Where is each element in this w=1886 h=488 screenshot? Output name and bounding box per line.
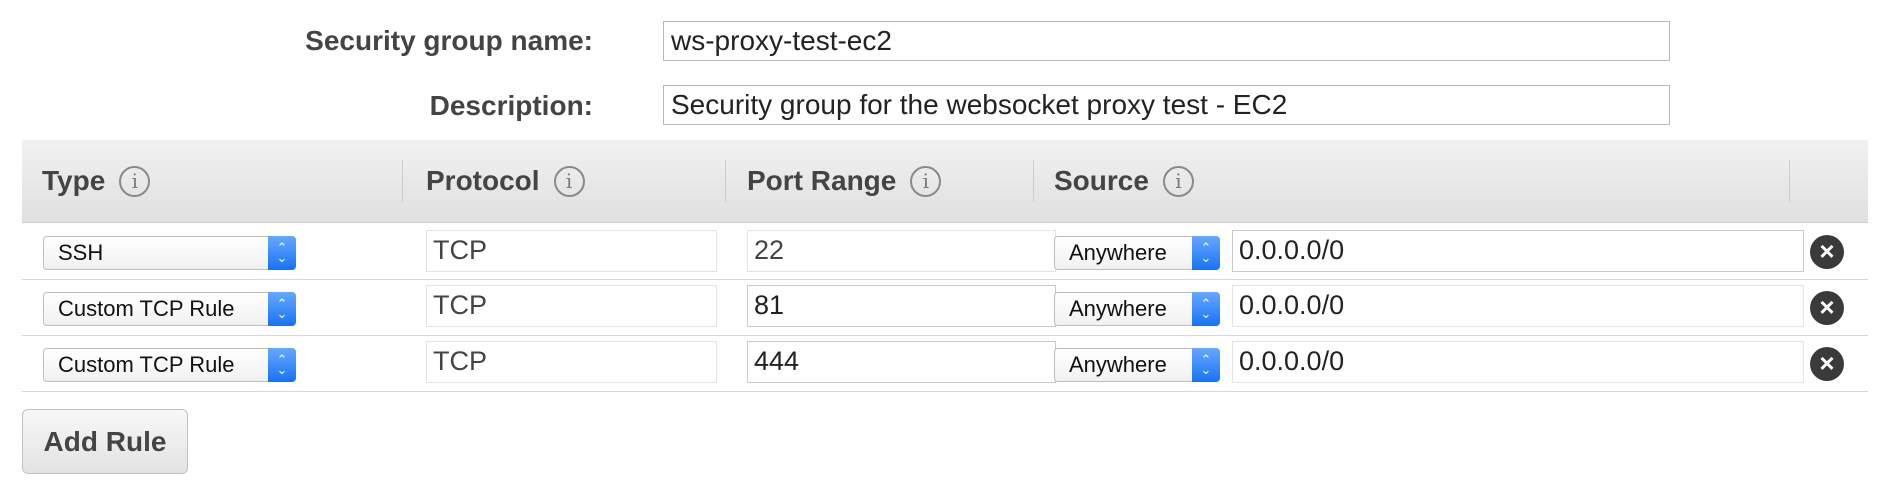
source-select-value: Anywhere (1069, 240, 1167, 265)
protocol-field: TCP (426, 230, 717, 272)
type-column-header: Type i (42, 140, 151, 222)
protocol-header-label: Protocol (426, 165, 540, 196)
table-row: Custom TCP Rule ⌃ ⌄ TCP 444 Anywhere ⌃ ⌄ 0… (22, 335, 1868, 392)
security-group-name-label: Security group name: (305, 25, 593, 56)
select-arrows-icon: ⌃ ⌄ (1192, 236, 1220, 270)
info-icon[interactable]: i (553, 165, 585, 197)
table-row: Custom TCP Rule ⌃ ⌄ TCP 81 Anywhere ⌃ ⌄ 0.… (22, 279, 1868, 336)
type-select-value: SSH (58, 240, 104, 265)
port-range-input[interactable]: 81 (747, 285, 1056, 327)
source-cidr-input[interactable]: 0.0.0.0/0 (1232, 285, 1804, 327)
protocol-field: TCP (426, 285, 717, 327)
type-select-value: Custom TCP Rule (58, 352, 235, 377)
source-cidr-input[interactable]: 0.0.0.0/0 (1232, 341, 1804, 383)
description-label: Description: (429, 90, 593, 121)
info-icon[interactable]: i (1162, 165, 1194, 197)
select-arrows-icon: ⌃ ⌄ (268, 236, 296, 270)
inbound-rules-table: Type i Protocol i Port Range i Source i … (22, 140, 1868, 392)
port-range-field: 22 (747, 230, 1056, 272)
column-divider (1789, 160, 1790, 202)
port-range-header-label: Port Range (747, 165, 897, 196)
type-header-label: Type (42, 165, 106, 196)
table-row: SSH ⌃ ⌄ TCP 22 Anywhere ⌃ ⌄ 0.0.0.0/0 × (22, 223, 1868, 280)
source-header-label: Source (1054, 165, 1149, 196)
info-icon[interactable]: i (910, 165, 942, 197)
select-arrows-icon: ⌃ ⌄ (268, 292, 296, 326)
remove-rule-icon[interactable]: × (1810, 235, 1844, 269)
rules-table-header: Type i Protocol i Port Range i Source i (22, 140, 1868, 223)
select-arrows-icon: ⌃ ⌄ (1192, 292, 1220, 326)
source-select[interactable]: Anywhere ⌃ ⌄ (1054, 348, 1220, 382)
type-select[interactable]: SSH ⌃ ⌄ (43, 236, 296, 270)
source-select[interactable]: Anywhere ⌃ ⌄ (1054, 292, 1220, 326)
type-select-value: Custom TCP Rule (58, 296, 235, 321)
column-divider (725, 160, 726, 202)
protocol-field: TCP (426, 341, 717, 383)
description-input[interactable]: Security group for the websocket proxy t… (663, 85, 1670, 125)
select-arrows-icon: ⌃ ⌄ (268, 348, 296, 382)
remove-rule-icon[interactable]: × (1810, 291, 1844, 325)
select-arrows-icon: ⌃ ⌄ (1192, 348, 1220, 382)
port-range-column-header: Port Range i (747, 140, 942, 222)
security-group-name-input[interactable]: ws-proxy-test-ec2 (663, 21, 1670, 61)
column-divider (1033, 160, 1034, 202)
remove-rule-icon[interactable]: × (1810, 347, 1844, 381)
type-select[interactable]: Custom TCP Rule ⌃ ⌄ (43, 348, 296, 382)
source-select[interactable]: Anywhere ⌃ ⌄ (1054, 236, 1220, 270)
source-select-value: Anywhere (1069, 352, 1167, 377)
column-divider (402, 160, 403, 202)
protocol-column-header: Protocol i (426, 140, 585, 222)
port-range-input[interactable]: 444 (747, 341, 1056, 383)
info-icon[interactable]: i (119, 165, 151, 197)
source-column-header: Source i (1054, 140, 1194, 222)
source-cidr-input[interactable]: 0.0.0.0/0 (1232, 230, 1804, 272)
add-rule-button[interactable]: Add Rule (22, 409, 188, 474)
type-select[interactable]: Custom TCP Rule ⌃ ⌄ (43, 292, 296, 326)
source-select-value: Anywhere (1069, 296, 1167, 321)
